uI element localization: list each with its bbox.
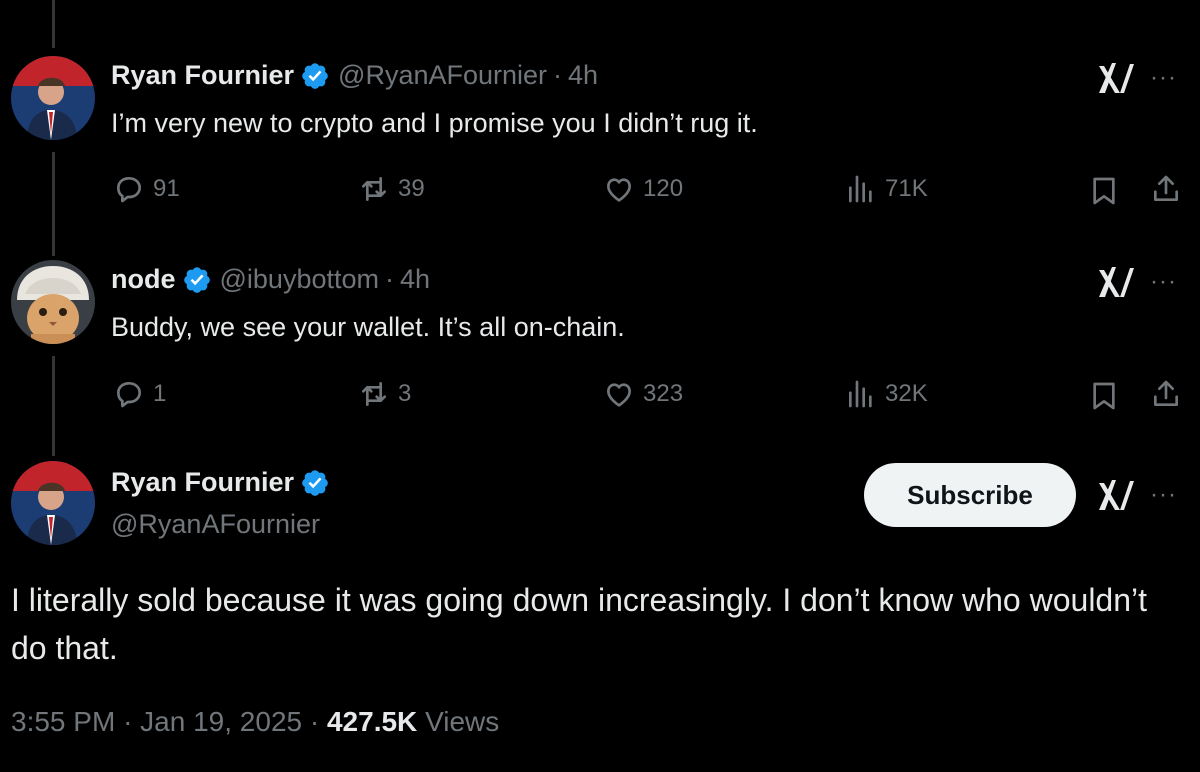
avatar[interactable]: [11, 56, 95, 140]
tweet-text: I literally sold because it was going do…: [11, 582, 1148, 666]
more-options-button[interactable]: ···: [1150, 268, 1177, 296]
grok-icon[interactable]: [1096, 477, 1136, 513]
bookmark-icon[interactable]: [1088, 175, 1120, 207]
views-button[interactable]: 71K: [845, 173, 928, 205]
post-time[interactable]: 3:55 PM: [11, 706, 115, 737]
like-button[interactable]: 120: [603, 173, 683, 205]
subscribe-button[interactable]: Subscribe: [864, 463, 1076, 527]
tweet-text: I’m very new to crypto and I promise you…: [111, 108, 758, 138]
repost-count: 3: [398, 380, 412, 407]
reply-icon: [113, 378, 145, 410]
post-date[interactable]: Jan 19, 2025: [140, 706, 302, 737]
tweet-meta: 3:55 PM · Jan 19, 2025 · 427.5K Views: [11, 706, 499, 738]
tweet-time[interactable]: 4h: [568, 60, 598, 91]
thread-line: [52, 152, 55, 256]
repost-icon: [358, 173, 390, 205]
like-icon: [603, 173, 635, 205]
views-icon: [845, 173, 877, 205]
more-options-button[interactable]: ···: [1150, 64, 1177, 92]
view-count: 71K: [885, 175, 928, 202]
tweet-time[interactable]: 4h: [400, 264, 430, 295]
reply-count: 91: [153, 175, 180, 202]
grok-icon[interactable]: [1096, 264, 1136, 300]
separator: ·: [123, 706, 133, 737]
author-name[interactable]: Ryan Fournier: [111, 60, 294, 91]
share-icon[interactable]: [1150, 173, 1182, 205]
tweet-text: Buddy, we see your wallet. It’s all on-c…: [111, 312, 625, 342]
author-name[interactable]: node: [111, 264, 176, 295]
reply-button[interactable]: 1: [113, 378, 166, 410]
repost-count: 39: [398, 175, 425, 202]
views-label: Views: [425, 706, 500, 737]
like-count: 120: [643, 175, 684, 202]
thread-line: [52, 356, 55, 456]
view-count: 427.5K: [326, 706, 418, 737]
repost-button[interactable]: 3: [358, 378, 411, 410]
avatar[interactable]: [11, 461, 95, 545]
views-icon: [845, 378, 877, 410]
bookmark-icon[interactable]: [1088, 380, 1120, 412]
author-handle[interactable]: @ibuybottom: [220, 264, 379, 295]
author-name[interactable]: Ryan Fournier: [111, 467, 294, 498]
reply-button[interactable]: 91: [113, 173, 180, 205]
avatar[interactable]: [11, 260, 95, 344]
reply-count: 1: [153, 380, 167, 407]
more-options-button[interactable]: ···: [1150, 481, 1177, 509]
author-handle[interactable]: @RyanAFournier: [111, 509, 320, 540]
views-button[interactable]: 32K: [845, 378, 928, 410]
verified-badge-icon: [300, 468, 330, 498]
repost-button[interactable]: 39: [358, 173, 425, 205]
like-icon: [603, 378, 635, 410]
separator: ·: [553, 60, 563, 90]
separator: ·: [309, 706, 320, 737]
separator: ·: [384, 264, 394, 294]
verified-badge-icon: [300, 61, 330, 91]
reply-icon: [113, 173, 145, 205]
view-count: 32K: [885, 380, 928, 407]
grok-icon[interactable]: [1096, 60, 1136, 96]
like-button[interactable]: 323: [603, 378, 683, 410]
like-count: 323: [643, 380, 684, 407]
author-handle[interactable]: @RyanAFournier: [338, 60, 547, 91]
share-icon[interactable]: [1150, 378, 1182, 410]
thread-line: [52, 0, 55, 48]
verified-badge-icon: [182, 265, 212, 295]
repost-icon: [358, 378, 390, 410]
